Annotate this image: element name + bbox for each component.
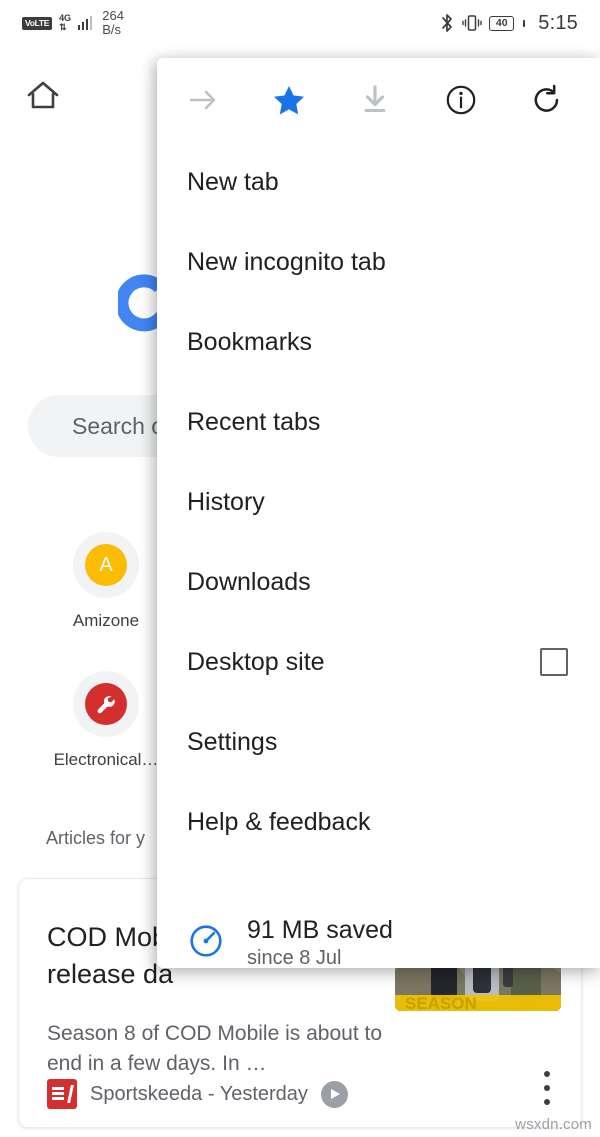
signal-strength-icon	[77, 16, 93, 30]
menu-item-label: Recent tabs	[187, 407, 321, 436]
shortcut-amizone[interactable]: A Amizone	[46, 532, 166, 631]
data-saver-primary: 91 MB saved	[247, 915, 393, 944]
article-title-line1: COD Mob	[47, 922, 168, 952]
menu-item-label: History	[187, 487, 265, 516]
network-activity-icon: ⇅	[59, 22, 67, 32]
sportskeeda-logo	[47, 1079, 77, 1109]
menu-item-list: New tab New incognito tab Bookmarks Rece…	[157, 142, 600, 862]
menu-item-label: Downloads	[187, 567, 311, 596]
star-icon[interactable]	[262, 73, 316, 127]
clock: 5:15	[538, 11, 578, 34]
menu-item-bookmarks[interactable]: Bookmarks	[157, 302, 600, 382]
svg-text:SEASON: SEASON	[405, 994, 477, 1011]
menu-toolbar	[157, 58, 600, 142]
more-vertical-icon[interactable]	[543, 1071, 551, 1105]
amizone-initial: A	[99, 553, 113, 576]
article-snippet: Season 8 of COD Mobile is about to end i…	[47, 1022, 383, 1075]
data-rate-indicator: 264 B/s	[102, 9, 124, 36]
home-icon[interactable]	[24, 76, 62, 114]
article-footer: Sportskeeda - Yesterday	[47, 1079, 348, 1109]
menu-item-settings[interactable]: Settings	[157, 702, 600, 782]
menu-item-recent-tabs[interactable]: Recent tabs	[157, 382, 600, 462]
forward-arrow-icon[interactable]	[176, 73, 230, 127]
status-bar-left: VoLTE 4G ⇅ 264 B/s	[22, 9, 124, 36]
info-icon[interactable]	[434, 73, 488, 127]
vibrate-icon	[462, 14, 482, 32]
menu-item-desktop-site[interactable]: Desktop site	[157, 622, 600, 702]
data-saver-text: 91 MB saved since 8 Jul	[247, 915, 393, 968]
shortcut-icon-wrapper	[73, 671, 139, 737]
menu-item-label: Desktop site	[187, 647, 325, 676]
menu-item-label: Settings	[187, 727, 278, 756]
data-rate-value: 264	[102, 8, 124, 24]
status-bar: VoLTE 4G ⇅ 264 B/s 40 5:15	[0, 0, 600, 46]
shortcut-electronical[interactable]: Electronical…	[46, 671, 166, 770]
data-saver-secondary: since 8 Jul	[247, 947, 342, 968]
articles-heading: Articles for y	[46, 828, 146, 848]
watermark: wsxdn.com	[515, 1116, 592, 1133]
menu-item-downloads[interactable]: Downloads	[157, 542, 600, 622]
phone-screen: VoLTE 4G ⇅ 264 B/s 40 5:15 Search or A A…	[0, 0, 600, 1137]
chrome-overflow-menu: New tab New incognito tab Bookmarks Rece…	[157, 58, 600, 968]
status-bar-right: 40 5:15	[440, 12, 578, 35]
data-saver-gauge-icon	[187, 922, 225, 965]
data-rate-unit: B/s	[102, 22, 122, 37]
bluetooth-icon	[440, 13, 455, 33]
menu-item-label: New tab	[187, 167, 279, 196]
network-type-indicator: 4G ⇅	[59, 14, 71, 32]
shortcut-label: Amizone	[72, 611, 140, 630]
menu-item-new-incognito-tab[interactable]: New incognito tab	[157, 222, 600, 302]
menu-item-data-saver[interactable]: 91 MB saved since 8 Jul	[157, 915, 600, 968]
battery-indicator: 40	[489, 15, 515, 31]
menu-item-label: New incognito tab	[187, 247, 386, 276]
play-icon[interactable]	[320, 1080, 348, 1108]
menu-item-history[interactable]: History	[157, 462, 600, 542]
menu-item-label: Help & feedback	[187, 807, 371, 836]
wrench-icon	[85, 683, 127, 725]
volte-icon: VoLTE	[22, 16, 53, 30]
shortcut-icon-wrapper: A	[73, 532, 139, 598]
battery-nub-icon	[522, 19, 526, 27]
reload-icon[interactable]	[520, 73, 574, 127]
menu-item-help-and-feedback[interactable]: Help & feedback	[157, 782, 600, 862]
desktop-site-checkbox[interactable]	[540, 648, 568, 676]
menu-item-new-tab[interactable]: New tab	[157, 142, 600, 222]
article-source: Sportskeeda - Yesterday	[90, 1082, 308, 1105]
shortcut-label: Electronical…	[53, 750, 159, 769]
amizone-shortcut-icon: A	[85, 544, 127, 586]
article-title-line2: release da	[47, 959, 174, 990]
download-icon[interactable]	[348, 73, 402, 127]
menu-item-label: Bookmarks	[187, 327, 313, 356]
